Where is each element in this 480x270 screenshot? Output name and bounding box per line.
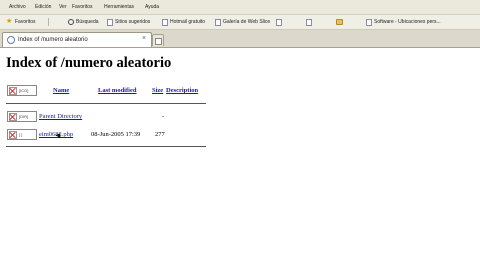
favorites-button[interactable]: ★ Favoritos [6,18,46,26]
table-divider-bottom [6,146,206,147]
parent-directory-link[interactable]: Parent Directory [39,113,82,120]
row-size: - [162,113,165,120]
close-tab-icon[interactable]: × [140,35,148,43]
fav-link-software[interactable]: Software - Ubicaciones pers... [366,18,446,26]
page-icon [215,18,221,26]
broken-image-icon [9,130,17,139]
dir-alt-text: [DIR] [19,114,29,119]
star-icon: ★ [6,18,13,25]
column-header-last-modified[interactable]: Last modified [98,87,136,94]
row-size: 277 [155,131,165,138]
menu-ver[interactable]: Ver [59,4,67,10]
column-header-description[interactable]: Description [166,87,198,94]
fav-link-label: Galería de Web Slice [223,19,271,25]
fav-link-label: Software - Ubicaciones pers... [374,19,441,25]
folder-icon [336,19,343,25]
page-icon [366,18,372,26]
tab-index-of-numero-aleatorio[interactable]: Index of /numero aleatorio × [2,32,152,47]
page-icon [306,18,312,26]
sort-by-last-modified-link[interactable]: Last modified [98,87,136,94]
table-divider-top [6,103,206,104]
broken-image-icon [9,86,17,95]
fav-link-4[interactable] [276,18,304,26]
broken-image-icon [9,112,17,121]
column-header-name[interactable]: Name [53,87,69,94]
favorites-bar: ★ Favoritos Búsqueda Sitios sugeridos Ho… [0,15,480,30]
new-tab-button[interactable] [152,34,164,46]
file-icon-image: [ ] [7,129,37,140]
fav-link-galeria-web-slice[interactable]: Galería de Web Slice [215,18,273,26]
page-icon [7,36,15,44]
page-icon [107,18,113,26]
sort-by-name-link[interactable]: Name [53,87,69,94]
search-button[interactable]: Búsqueda [68,18,106,26]
page-title: Index of /numero aleatorio [6,55,172,71]
page-icon [162,18,168,26]
dir-icon-image: [DIR] [7,111,37,122]
column-header-size[interactable]: Size [152,87,163,94]
page-content: Index of /numero aleatorio [ICO] Name La… [0,48,480,270]
menu-edicion[interactable]: Edición [35,4,51,10]
toolbar-separator [48,18,49,26]
fav-link-hotmail[interactable]: Hotmail gratuito [162,18,212,26]
row-last-modified: 08-Jun-2005 17:39 [91,131,141,138]
ico-alt-text: [ICO] [19,88,29,93]
tab-title: Index of /numero aleatorio [18,37,88,43]
fav-link-label: Sitios sugeridos [115,19,151,25]
menu-bar: Archivo Edición Ver Favoritos Herramient… [0,0,480,15]
sort-by-description-link[interactable]: Description [166,87,198,94]
menu-favoritos[interactable]: Favoritos [72,4,93,10]
sort-by-size-link[interactable]: Size [152,87,163,94]
tab-bar: Index of /numero aleatorio × [0,30,480,48]
search-icon [68,19,74,25]
fav-link-6[interactable] [336,18,364,26]
search-label: Búsqueda [76,19,99,25]
fav-link-5[interactable] [306,18,334,26]
menu-archivo[interactable]: Archivo [9,4,26,10]
new-tab-icon [154,38,162,45]
menu-herramientas[interactable]: Herramientas [104,4,134,10]
page-icon [276,18,282,26]
table-row-name[interactable]: Parent Directory [39,113,82,120]
fav-link-label: Hotmail gratuito [170,19,206,25]
fav-link-sitios-sugeridos[interactable]: Sitios sugeridos [107,18,159,26]
favorites-label: Favoritos [15,19,36,25]
ico-column-image: [ICO] [7,85,37,96]
file-alt-text: [ ] [19,132,23,137]
menu-ayuda[interactable]: Ayuda [145,4,159,10]
